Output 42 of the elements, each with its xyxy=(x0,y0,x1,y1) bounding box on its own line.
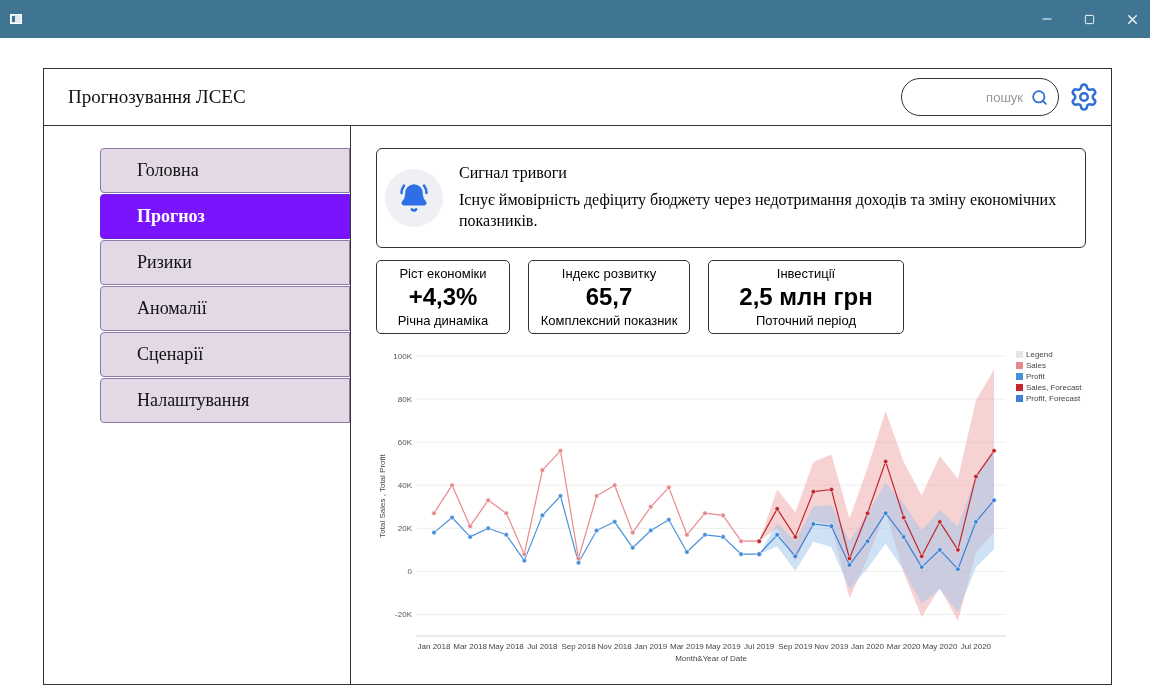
x-tick-label: Mar 2020 xyxy=(886,642,921,651)
x-tick-label: Nov 2019 xyxy=(814,642,849,651)
kpi-title: Інвестиції xyxy=(776,266,836,281)
x-tick-label: Nov 2018 xyxy=(597,642,632,651)
x-tick-label: Jul 2020 xyxy=(960,642,992,651)
x-tick-label: Mar 2018 xyxy=(453,642,488,651)
legend-item: Profit, Forecast xyxy=(1016,394,1086,403)
x-tick-label: May 2019 xyxy=(705,642,741,651)
x-tick-label: May 2020 xyxy=(922,642,958,651)
legend-item: Sales xyxy=(1016,361,1086,370)
x-tick-label: Jul 2019 xyxy=(744,642,775,651)
legend-item: Profit xyxy=(1016,372,1086,381)
y-tick-label: 20K xyxy=(397,524,412,534)
x-tick-label: Jan 2018 xyxy=(417,642,451,651)
kpi-caption: Комплексний показник xyxy=(540,313,678,328)
x-tick-label: Mar 2019 xyxy=(670,642,704,651)
x-axis-title: Month&Year of Date xyxy=(675,654,747,663)
x-tick-label: Jan 2020 xyxy=(851,642,884,651)
x-tick-label: Jul 2018 xyxy=(527,642,558,651)
kpi-caption: Поточний період xyxy=(755,313,856,328)
kpi-value: 65,7 xyxy=(585,283,633,311)
kpi-value: +4,3% xyxy=(408,283,478,311)
x-tick-label: Jan 2019 xyxy=(634,642,668,651)
y-tick-label: 40K xyxy=(397,481,412,491)
y-axis-title: Total Sales , Total Profit xyxy=(378,454,387,538)
kpi-caption: Річна динаміка xyxy=(397,313,489,328)
y-tick-label: 60K xyxy=(397,438,412,448)
y-tick-label: -20K xyxy=(395,610,412,620)
app-title: Прогнозування ЛСЕС xyxy=(68,86,246,108)
y-tick-label: 100K xyxy=(393,352,412,361)
legend-title: Legend xyxy=(1016,350,1086,359)
x-tick-label: Sep 2018 xyxy=(561,642,596,651)
kpi-title: Ріст економіки xyxy=(399,266,487,281)
x-tick-label: Sep 2019 xyxy=(778,642,813,651)
y-tick-label: 0 xyxy=(407,567,412,577)
kpi-value: 2,5 млн грн xyxy=(739,283,873,311)
alert-title: Сигнал тривоги xyxy=(459,164,568,183)
alert-message: Існує ймовірність дефіциту бюджету через недотримання доходів та зміну економічних показників. xyxy=(459,190,1058,231)
kpi-title: Індекс розвитку xyxy=(561,266,657,281)
y-tick-label: 80K xyxy=(397,395,412,405)
x-tick-label: May 2018 xyxy=(488,642,524,651)
legend-item: Sales, Forecast xyxy=(1016,383,1086,392)
